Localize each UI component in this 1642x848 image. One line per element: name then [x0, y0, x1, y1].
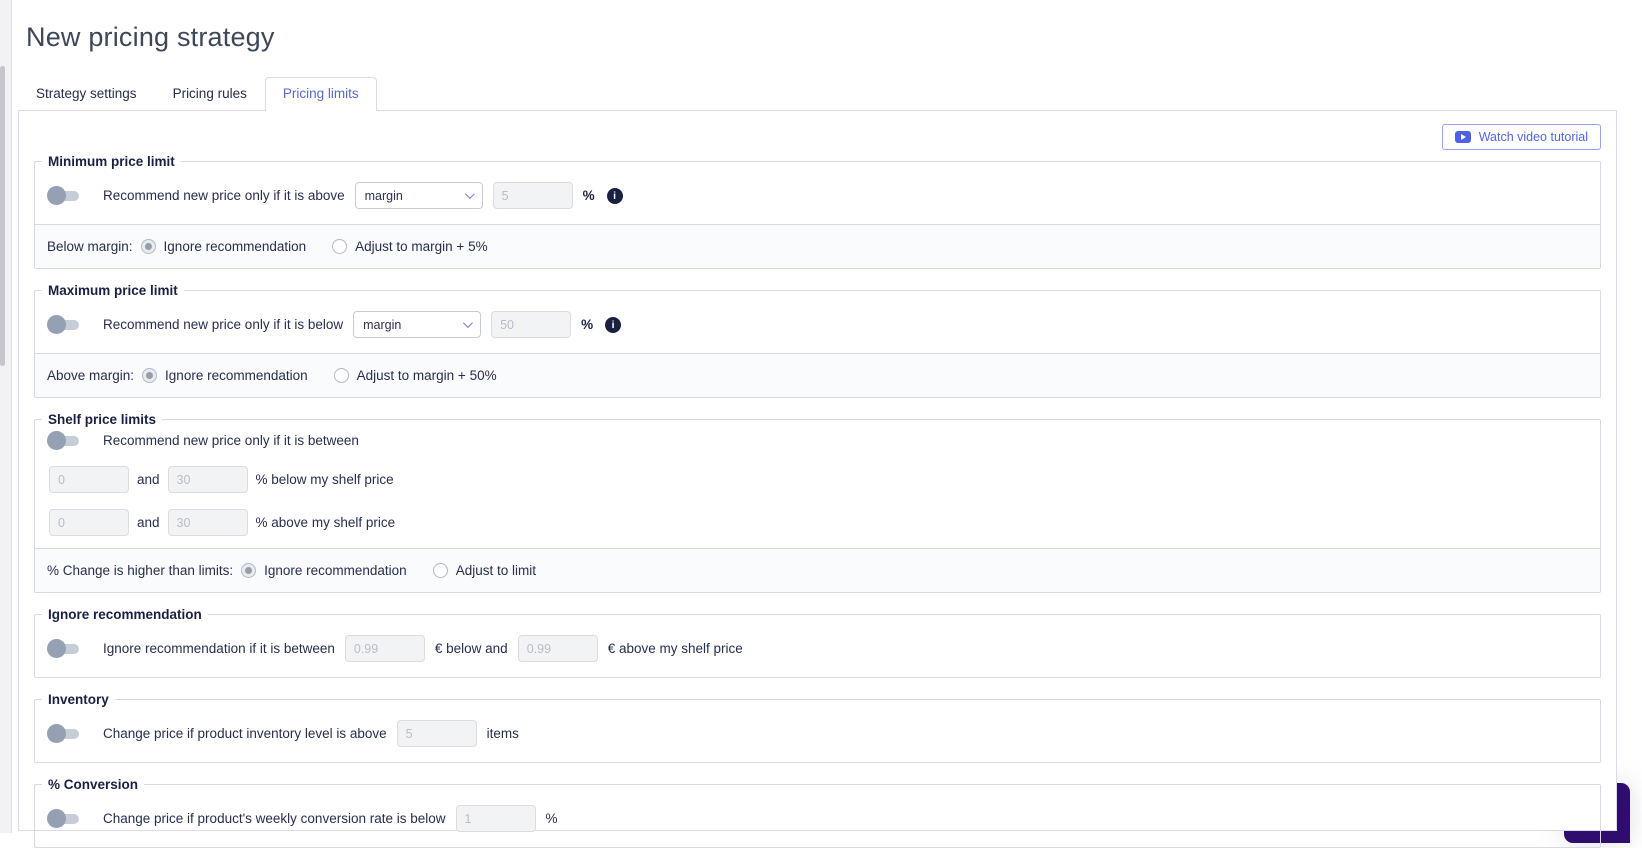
inventory-toggle-switch[interactable]	[47, 723, 79, 743]
info-icon[interactable]: i	[606, 187, 623, 204]
and-label: and	[137, 472, 160, 487]
page-title: New pricing strategy	[26, 22, 275, 52]
minimum-margin-select[interactable]: margin	[354, 182, 483, 209]
maximum-adjust-radio[interactable]	[333, 368, 349, 383]
conversion-rate-input[interactable]	[455, 805, 536, 832]
shelf-below-line: and % below my shelf price	[35, 462, 1600, 505]
section-maximum-legend: Maximum price limit	[48, 283, 178, 298]
shelf-above-suffix: % above my shelf price	[255, 515, 396, 530]
tab-strategy-settings[interactable]: Strategy settings	[18, 77, 155, 110]
section-ignore-legend: Ignore recommendation	[48, 607, 202, 622]
inventory-suffix-label: items	[486, 726, 519, 741]
tab-pricing-rules[interactable]: Pricing rules	[155, 77, 265, 110]
maximum-ignore-radio[interactable]	[142, 368, 158, 383]
inventory-toggle-label: Change price if product inventory level …	[103, 726, 387, 741]
conversion-toggle-row: Change price if product's weekly convers…	[35, 792, 1600, 847]
section-shelf-price-limits: Shelf price limits Recommend new price o…	[34, 412, 1601, 593]
toolbar: Watch video tutorial	[34, 111, 1601, 150]
info-icon[interactable]: i	[605, 316, 622, 333]
ignore-toggle-switch[interactable]	[47, 638, 79, 658]
maximum-adjust-radio-label: Adjust to margin + 50%	[356, 368, 497, 383]
shelf-toggle-row: Recommend new price only if it is betwee…	[35, 427, 1600, 462]
minimum-toggle-switch[interactable]	[47, 185, 79, 205]
shelf-ignore-radio-label: Ignore recommendation	[264, 563, 407, 578]
section-minimum-price-limit: Minimum price limit Recommend new price …	[34, 154, 1601, 269]
maximum-toggle-switch[interactable]	[47, 314, 79, 334]
section-shelf-legend: Shelf price limits	[48, 412, 157, 427]
shelf-below-min-input[interactable]	[49, 466, 129, 493]
minimum-margin-select-value: margin	[364, 188, 403, 203]
shelf-radio-row: % Change is higher than limits: Ignore r…	[35, 548, 1600, 592]
section-inventory-legend: Inventory	[48, 692, 109, 707]
tab-bar: Strategy settings Pricing rules Pricing …	[13, 77, 1642, 111]
section-maximum-price-limit: Maximum price limit Recommend new price …	[34, 283, 1601, 398]
watch-video-tutorial-label: Watch video tutorial	[1478, 130, 1588, 144]
section-conversion-legend: % Conversion	[48, 777, 139, 792]
youtube-icon	[1454, 131, 1471, 143]
minimum-radio-row: Below margin: Ignore recommendation Adju…	[35, 224, 1600, 268]
ignore-suffix-label: € above my shelf price	[607, 641, 743, 656]
shelf-above-max-input[interactable]	[167, 509, 248, 536]
inventory-level-input[interactable]	[396, 720, 477, 747]
maximum-margin-select-value: margin	[363, 317, 402, 332]
minimum-ignore-radio-label: Ignore recommendation	[163, 239, 307, 254]
maximum-percent-input[interactable]	[491, 311, 572, 338]
shelf-toggle-label: Recommend new price only if it is betwee…	[103, 433, 359, 448]
ignore-above-input[interactable]	[517, 635, 598, 662]
shelf-above-min-input[interactable]	[49, 509, 129, 536]
section-inventory: Inventory Change price if product invent…	[34, 692, 1601, 763]
section-minimum-legend: Minimum price limit	[48, 154, 175, 169]
tab-pricing-limits[interactable]: Pricing limits	[264, 77, 377, 111]
shelf-below-max-input[interactable]	[167, 466, 248, 493]
conversion-toggle-switch[interactable]	[47, 808, 79, 828]
shelf-ignore-radio[interactable]	[241, 563, 257, 578]
ignore-mid-label: € below and	[434, 641, 508, 656]
below-margin-label: Below margin:	[47, 239, 133, 254]
maximum-unit-label: %	[581, 317, 594, 332]
left-scroll-strip	[0, 0, 12, 833]
section-conversion: % Conversion Change price if product's w…	[34, 777, 1601, 848]
conversion-suffix-label: %	[545, 811, 558, 826]
inventory-toggle-row: Change price if product inventory level …	[35, 707, 1600, 762]
ignore-toggle-row: Ignore recommendation if it is between €…	[35, 622, 1600, 677]
maximum-ignore-radio-label: Ignore recommendation	[165, 368, 308, 383]
minimum-adjust-radio[interactable]	[332, 239, 348, 254]
shelf-adjust-radio-label: Adjust to limit	[455, 563, 536, 578]
scrollbar-thumb[interactable]	[0, 66, 5, 366]
maximum-radio-row: Above margin: Ignore recommendation Adju…	[35, 353, 1600, 397]
chevron-down-icon	[464, 189, 475, 200]
shelf-above-line: and % above my shelf price	[35, 505, 1600, 548]
minimum-toggle-row: Recommend new price only if it is above …	[35, 169, 1600, 224]
chevron-down-icon	[463, 318, 473, 329]
page: New pricing strategy Strategy settings P…	[13, 0, 1642, 848]
minimum-unit-label: %	[582, 188, 595, 203]
above-margin-label: Above margin:	[47, 368, 135, 383]
watch-video-tutorial-button[interactable]: Watch video tutorial	[1441, 124, 1601, 150]
change-higher-label: % Change is higher than limits:	[47, 563, 234, 578]
minimum-adjust-radio-label: Adjust to margin + 5%	[355, 239, 488, 254]
maximum-toggle-label: Recommend new price only if it is below	[103, 317, 344, 332]
shelf-below-suffix: % below my shelf price	[255, 472, 394, 487]
ignore-toggle-label: Ignore recommendation if it is between	[103, 641, 335, 656]
maximum-toggle-row: Recommend new price only if it is below …	[35, 298, 1600, 353]
section-ignore-recommendation: Ignore recommendation Ignore recommendat…	[34, 607, 1601, 678]
and-label: and	[137, 515, 160, 530]
shelf-adjust-radio[interactable]	[432, 563, 448, 578]
minimum-percent-input[interactable]	[492, 182, 573, 209]
shelf-toggle-switch[interactable]	[47, 430, 79, 450]
conversion-toggle-label: Change price if product's weekly convers…	[103, 811, 446, 826]
maximum-margin-select[interactable]: margin	[353, 311, 482, 338]
minimum-ignore-radio[interactable]	[140, 239, 156, 254]
ignore-below-input[interactable]	[344, 635, 425, 662]
minimum-toggle-label: Recommend new price only if it is above	[103, 188, 345, 203]
pricing-limits-panel: Watch video tutorial Minimum price limit…	[18, 110, 1617, 848]
